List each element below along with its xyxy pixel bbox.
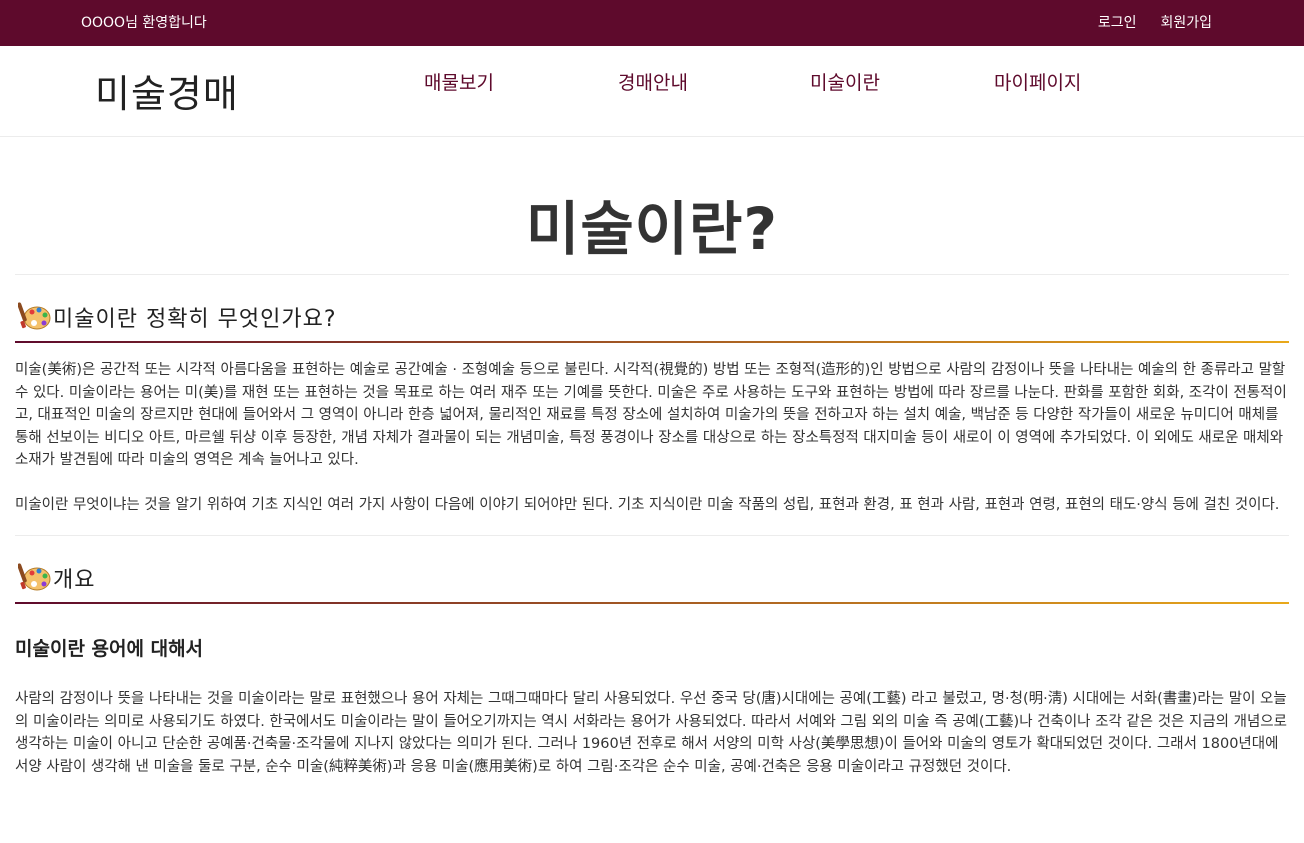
site-logo[interactable]: 미술경매 bbox=[95, 63, 239, 118]
paragraph: 사람의 감정이나 뜻을 나타내는 것을 미술이라는 말로 표현했으나 용어 자체… bbox=[15, 691, 1287, 775]
section-heading-what: 미술이란 정확히 무엇인가요? bbox=[15, 275, 1289, 343]
welcome-message: OOOO님 환영합니다 bbox=[81, 15, 207, 31]
palette-icon bbox=[18, 563, 51, 591]
main-nav: 미술경매 매물보기 경매안내 미술이란 마이페이지 bbox=[0, 46, 1304, 137]
signup-link[interactable]: 회원가입 bbox=[1160, 12, 1212, 32]
auth-links: 로그인 회원가입 bbox=[1098, 12, 1212, 32]
section-heading-label: 개요 bbox=[53, 568, 96, 593]
section-heading-overview: 개요 bbox=[15, 536, 1289, 604]
subheading: 미술이란 용어에 대해서 bbox=[15, 638, 204, 660]
login-link[interactable]: 로그인 bbox=[1098, 12, 1137, 32]
page-title: 미술이란? bbox=[525, 195, 779, 263]
nav-item-auction-guide[interactable]: 경매안내 bbox=[618, 68, 688, 95]
nav-item-mypage[interactable]: 마이페이지 bbox=[994, 68, 1081, 95]
palette-icon bbox=[18, 302, 51, 330]
paragraph: 미술(美術)은 공간적 또는 시각적 아름다움을 표현하는 예술로 공간예술 ·… bbox=[15, 362, 1287, 468]
nav-item-about-art[interactable]: 미술이란 bbox=[810, 68, 880, 95]
paragraph: 미술이란 무엇이냐는 것을 알기 위하여 기초 지식인 여러 가지 사항이 다음… bbox=[15, 496, 1280, 513]
nav-item-listings[interactable]: 매물보기 bbox=[424, 68, 494, 95]
top-bar: OOOO님 환영합니다 로그인 회원가입 bbox=[0, 0, 1304, 46]
section-heading-label: 미술이란 정확히 무엇인가요? bbox=[53, 307, 337, 332]
